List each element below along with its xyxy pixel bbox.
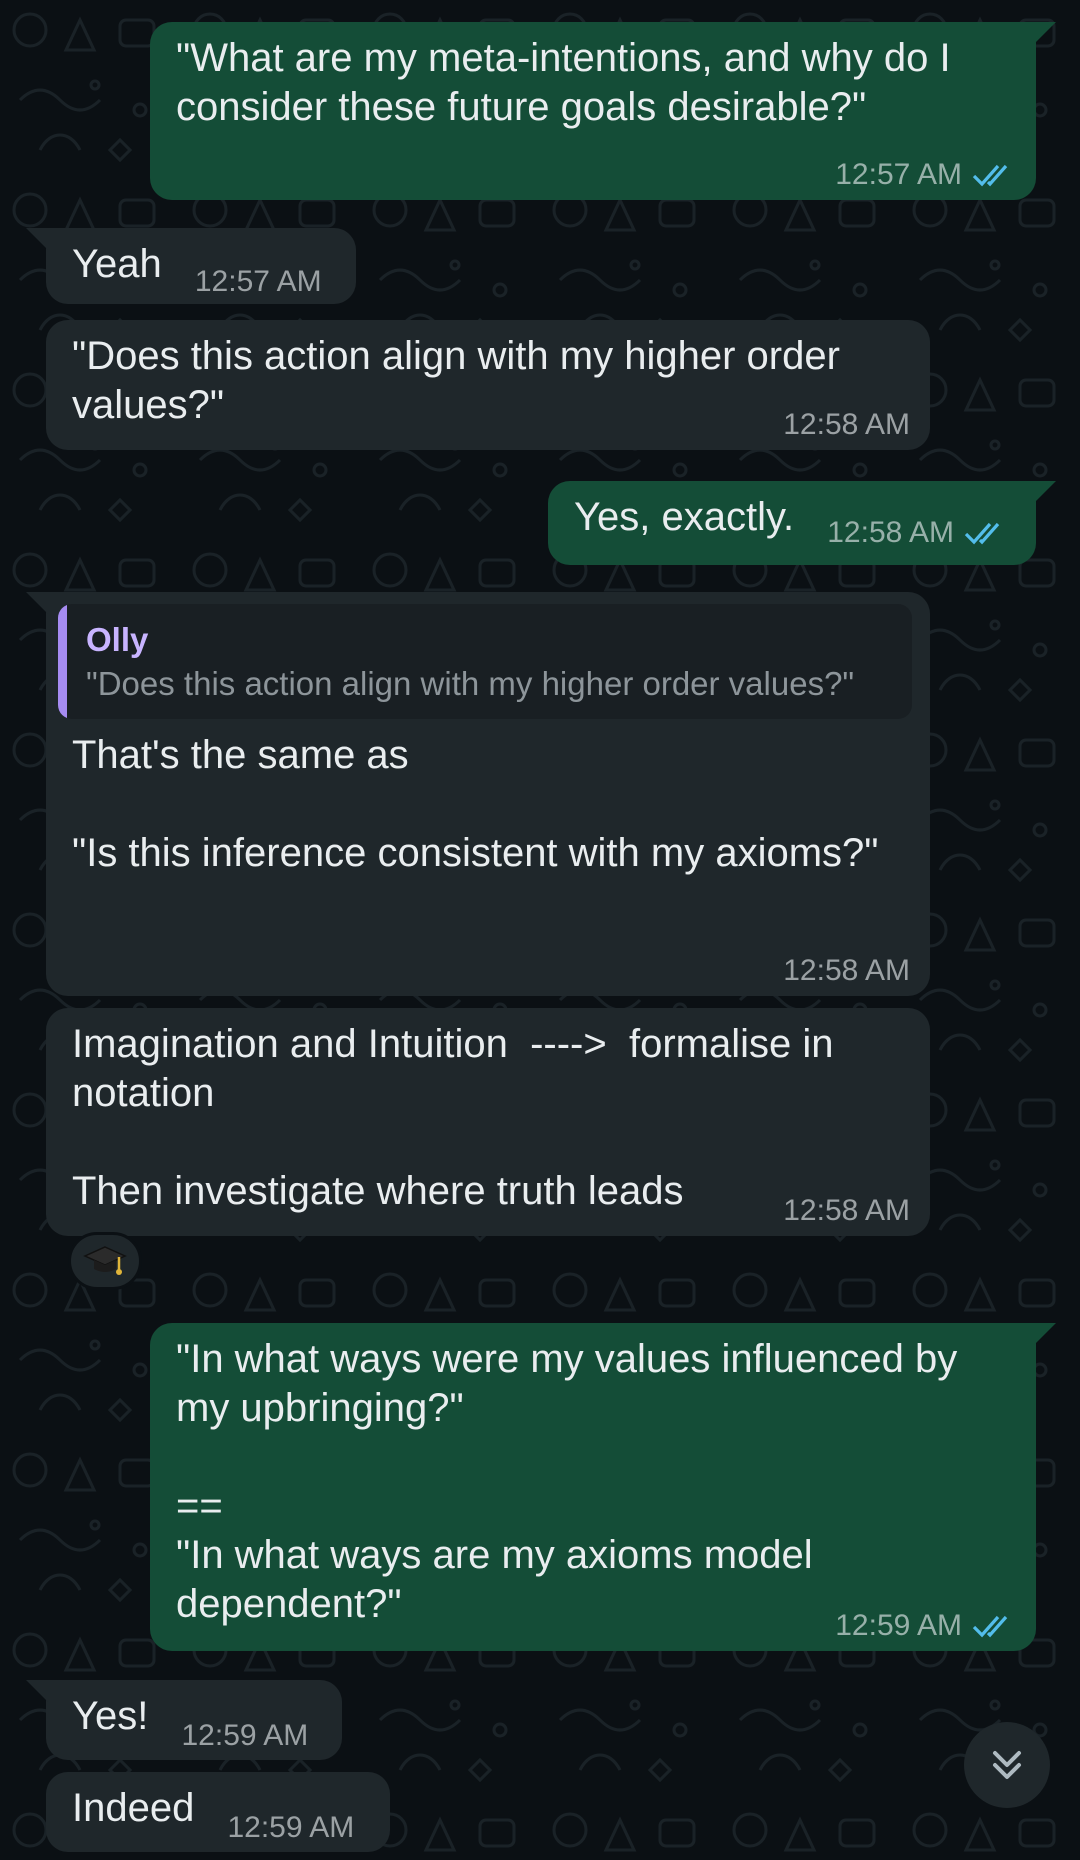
- graduation-cap-icon: [83, 1246, 127, 1275]
- message-time: 12:58 AM: [783, 1194, 910, 1227]
- message-time: 12:58 AM: [783, 408, 910, 441]
- message-bubble[interactable]: Olly "Does this action align with my hig…: [26, 592, 930, 996]
- quoted-reply[interactable]: Olly "Does this action align with my hig…: [58, 604, 912, 719]
- message-text: Yeah: [72, 242, 162, 286]
- message-bubble[interactable]: "What are my meta-intentions, and why do…: [150, 22, 1056, 200]
- message-time: 12:59 AM: [835, 1609, 962, 1642]
- message-meta: 12:57 AM: [195, 267, 322, 297]
- message-time: 12:57 AM: [194, 265, 322, 298]
- message-meta: 12:58 AM: [783, 1196, 910, 1226]
- read-ticks-icon: [964, 522, 1000, 545]
- message-text: Indeed: [72, 1786, 195, 1830]
- message-text: "What are my meta-intentions, and why do…: [176, 36, 962, 129]
- message-bubble[interactable]: Yes, exactly. 12:58 AM: [548, 481, 1056, 565]
- message-bubble[interactable]: Yeah 12:57 AM: [26, 228, 356, 304]
- message-meta: 12:58 AM: [783, 956, 910, 986]
- quoted-text: "Does this action align with my higher o…: [86, 665, 855, 702]
- read-ticks-icon: [972, 164, 1008, 187]
- message-reaction[interactable]: [68, 1232, 142, 1290]
- message-time: 12:58 AM: [783, 954, 910, 987]
- message-time: 12:59 AM: [227, 1811, 355, 1844]
- message-bubble[interactable]: Imagination and Intuition ----> formalis…: [46, 1008, 930, 1236]
- scroll-to-bottom-button[interactable]: [964, 1722, 1050, 1808]
- message-meta: 12:59 AM: [182, 1721, 309, 1751]
- message-text: "In what ways were my values influenced …: [176, 1337, 958, 1626]
- message-time: 12:59 AM: [181, 1719, 309, 1752]
- message-bubble[interactable]: "In what ways were my values influenced …: [150, 1323, 1056, 1651]
- message-meta: 12:59 AM: [835, 1611, 1016, 1641]
- message-meta: 12:58 AM: [783, 410, 910, 440]
- message-text: Imagination and Intuition ----> formalis…: [72, 1022, 834, 1213]
- message-bubble[interactable]: Yes! 12:59 AM: [26, 1680, 342, 1760]
- message-bubble[interactable]: "Does this action align with my higher o…: [46, 320, 930, 450]
- message-meta: 12:57 AM: [835, 160, 1016, 190]
- message-meta: 12:58 AM: [827, 518, 1008, 548]
- message-text: Yes, exactly.: [574, 495, 795, 539]
- message-text: That's the same as "Is this inference co…: [72, 733, 879, 875]
- message-meta: 12:59 AM: [227, 1813, 354, 1843]
- message-text: "Does this action align with my higher o…: [72, 334, 852, 427]
- message-time: 12:57 AM: [835, 158, 962, 191]
- double-chevron-down-icon: [993, 1751, 1021, 1779]
- message-bubble[interactable]: Indeed 12:59 AM: [46, 1772, 390, 1852]
- quoted-author: Olly: [86, 621, 149, 658]
- message-time: 12:58 AM: [827, 516, 955, 549]
- message-text: Yes!: [72, 1694, 149, 1738]
- read-ticks-icon: [972, 1615, 1008, 1638]
